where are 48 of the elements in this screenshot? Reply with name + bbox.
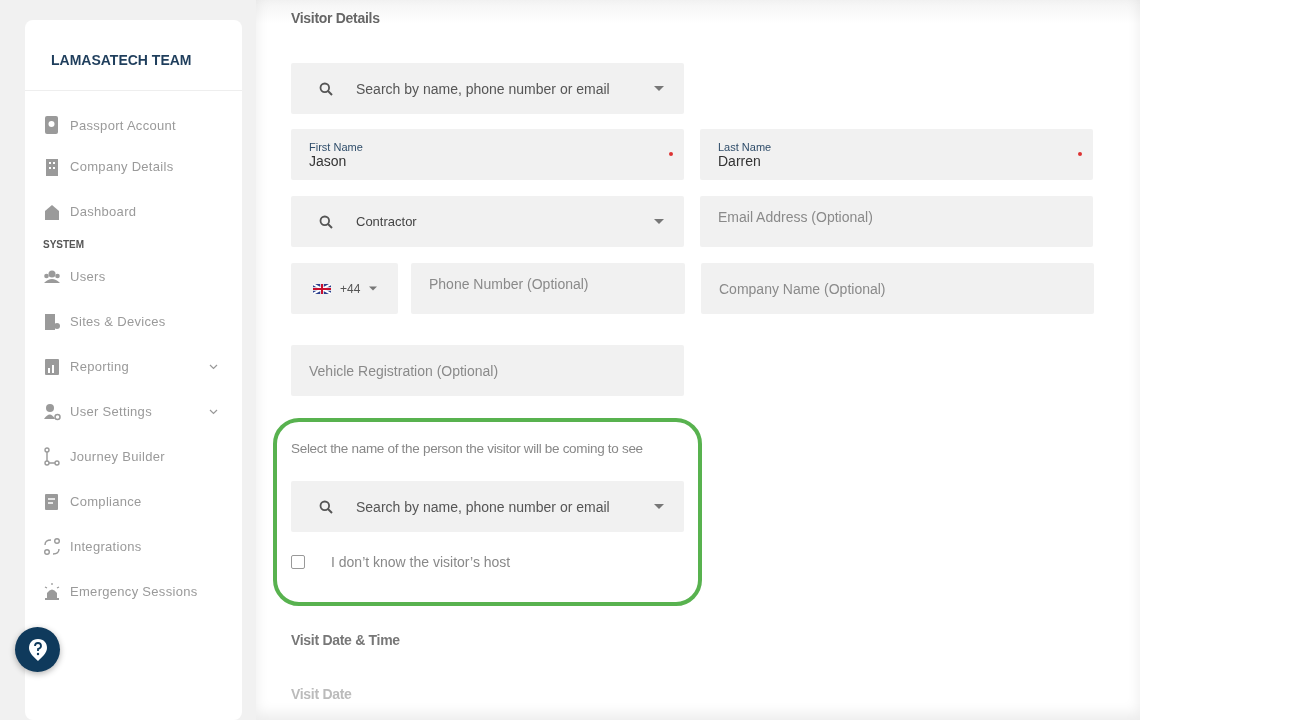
sidebar-item[interactable]: Users <box>43 254 218 299</box>
host-prompt: Select the name of the person the visitor will be coming to see <box>291 441 644 456</box>
caret-icon <box>654 504 664 509</box>
company-field[interactable]: Company Name (Optional) <box>701 263 1094 314</box>
sidebar-item[interactable]: Passport Account <box>43 106 218 144</box>
search-icon <box>319 214 333 229</box>
node-path-icon <box>43 446 61 467</box>
caret-icon <box>654 86 664 91</box>
sidebar-item[interactable]: Sites & Devices <box>43 299 218 344</box>
email-field[interactable]: Email Address (Optional) <box>700 196 1093 247</box>
sidebar-item[interactable]: Emergency Sessions <box>43 569 218 614</box>
sidebar-item[interactable]: Journey Builder <box>43 434 218 479</box>
phone-field[interactable]: Phone Number (Optional) <box>411 263 685 314</box>
field-label: Visit Date <box>291 686 353 702</box>
sidebar-item[interactable]: Integrations <box>43 524 218 569</box>
checkbox[interactable] <box>291 555 305 569</box>
caret-icon <box>369 286 378 291</box>
chevron-down-icon <box>209 408 218 415</box>
visitor-search-field[interactable]: Search by name, phone number or email <box>291 63 684 114</box>
section-title: Visit Date & Time <box>291 632 401 648</box>
checkbox-label: I don’t know the visitor’s host <box>331 554 511 570</box>
name-field[interactable]: First Name Jason <box>291 129 684 180</box>
sidebar-item[interactable]: Reporting <box>43 344 218 389</box>
section-title: Visitor Details <box>291 10 381 28</box>
sidebar-item[interactable]: Company Details <box>43 144 218 189</box>
passport-icon <box>43 115 61 135</box>
user-gear-icon <box>43 401 61 422</box>
sync-icon <box>43 536 61 557</box>
checklist-icon <box>43 491 61 512</box>
host-search-field[interactable]: Search by name, phone number or email <box>291 481 684 532</box>
building-icon <box>43 156 61 177</box>
sidebar-item[interactable]: User Settings <box>43 389 218 434</box>
section-heading: SYSTEM <box>43 237 86 252</box>
search-icon <box>319 81 333 96</box>
sidebar-item[interactable]: Compliance <box>43 479 218 524</box>
country-code-select[interactable]: +44 <box>291 263 398 314</box>
report-icon <box>43 356 61 377</box>
search-icon <box>319 499 333 514</box>
vehicle-field[interactable]: Vehicle Registration (Optional) <box>291 345 684 396</box>
uk-flag-icon <box>313 283 331 294</box>
chevron-down-icon <box>209 363 218 370</box>
help-icon <box>27 637 48 662</box>
sidebar-item[interactable]: Dashboard <box>43 189 218 234</box>
team-name: LAMASATECH TEAM <box>50 51 193 70</box>
visitor-type-field[interactable]: Contractor <box>291 196 684 247</box>
name-field[interactable]: Last Name Darren <box>700 129 1093 180</box>
siren-icon <box>43 581 61 602</box>
caret-icon <box>654 219 664 224</box>
